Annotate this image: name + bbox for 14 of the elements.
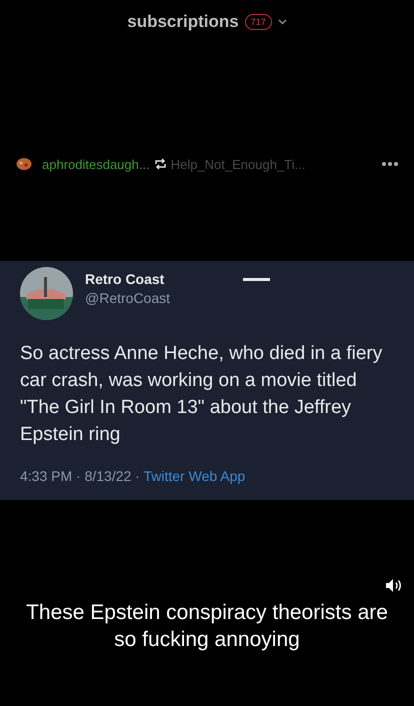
reblog-icon xyxy=(154,158,167,170)
more-icon[interactable] xyxy=(382,162,398,166)
account-name[interactable]: Retro Coast xyxy=(85,271,170,287)
tweet-text: So actress Anne Heche, who died in a fiery car crash, was working on a movie titled "The Girl In Room 13" about the Jeffrey Epstein ring xyxy=(20,342,384,447)
chevron-icon[interactable] xyxy=(278,19,287,25)
speaker-icon[interactable] xyxy=(386,578,402,593)
count-badge: 717 xyxy=(244,14,272,30)
avatar-icon[interactable] xyxy=(16,157,32,171)
feed-title[interactable]: subscriptions xyxy=(127,12,239,32)
caption-text: These Epstein conspiracy theorists are so fucking annoying xyxy=(25,600,389,653)
tweet-meta: 4:33 PM · 8/13/22 · Twitter Web App xyxy=(20,468,246,484)
blog-name[interactable]: aphroditesdaugh... xyxy=(42,156,150,172)
account-handle[interactable]: @RetroCoast xyxy=(85,290,170,306)
source-link[interactable]: Twitter Web App xyxy=(143,468,246,484)
